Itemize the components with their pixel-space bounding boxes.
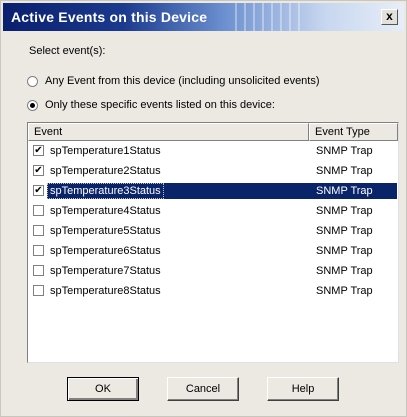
event-checkbox[interactable]: ✔ <box>33 185 44 196</box>
radio-specific-events[interactable]: Only these specific events listed on thi… <box>27 97 275 113</box>
event-name: spTemperature7Status <box>50 265 161 277</box>
radio-button[interactable] <box>27 99 38 111</box>
event-checkbox[interactable]: ✔ <box>33 165 44 176</box>
event-type: SNMP Trap <box>316 165 373 177</box>
event-checkbox[interactable] <box>33 285 44 296</box>
radio-any-event[interactable]: Any Event from this device (including un… <box>27 73 320 89</box>
table-row[interactable]: spTemperature7Status SNMP Trap <box>31 262 397 280</box>
title-bar[interactable]: Active Events on this Device x <box>3 3 404 31</box>
select-events-label: Select event(s): <box>29 45 106 57</box>
list-header: Event Event Type <box>28 123 398 141</box>
close-button[interactable]: x <box>381 9 398 25</box>
event-type: SNMP Trap <box>316 285 373 297</box>
event-type: SNMP Trap <box>316 185 373 197</box>
event-type: SNMP Trap <box>316 245 373 257</box>
event-type: SNMP Trap <box>316 145 373 157</box>
event-name: spTemperature2Status <box>50 165 161 177</box>
table-row[interactable]: spTemperature4Status SNMP Trap <box>31 202 397 220</box>
events-listbox[interactable]: Event Event Type ✔ spTemperature1Status SN… <box>27 122 399 363</box>
dialog-window: Active Events on this Device x Select ev… <box>0 0 407 417</box>
event-checkbox[interactable]: ✔ <box>33 145 44 156</box>
event-type: SNMP Trap <box>316 225 373 237</box>
table-row[interactable]: spTemperature5Status SNMP Trap <box>31 222 397 240</box>
table-row[interactable]: spTemperature6Status SNMP Trap <box>31 242 397 260</box>
table-row[interactable]: ✔ spTemperature2Status SNMP Trap <box>31 162 397 180</box>
event-name: spTemperature1Status <box>50 145 161 157</box>
event-name: spTemperature5Status <box>50 225 161 237</box>
column-header-event-type[interactable]: Event Type <box>309 123 398 141</box>
event-name: spTemperature3Status <box>47 183 164 199</box>
event-checkbox[interactable] <box>33 205 44 216</box>
help-button[interactable]: Help <box>267 377 339 401</box>
table-row[interactable]: spTemperature8Status SNMP Trap <box>31 282 397 300</box>
title-decoration <box>235 3 305 31</box>
event-name: spTemperature4Status <box>50 205 161 217</box>
event-name: spTemperature8Status <box>50 285 161 297</box>
event-type: SNMP Trap <box>316 205 373 217</box>
radio-label: Any Event from this device (including un… <box>45 75 320 87</box>
table-row[interactable]: ✔ spTemperature3Status SNMP Trap <box>31 182 397 200</box>
table-row[interactable]: ✔ spTemperature1Status SNMP Trap <box>31 142 397 160</box>
event-name: spTemperature6Status <box>50 245 161 257</box>
event-checkbox[interactable] <box>33 245 44 256</box>
cancel-button[interactable]: Cancel <box>167 377 239 401</box>
event-checkbox[interactable] <box>33 225 44 236</box>
radio-button[interactable] <box>27 75 38 87</box>
event-type: SNMP Trap <box>316 265 373 277</box>
column-header-event[interactable]: Event <box>28 123 309 141</box>
ok-button[interactable]: OK <box>67 377 139 401</box>
radio-label: Only these specific events listed on thi… <box>45 99 275 111</box>
window-title: Active Events on this Device <box>11 9 208 25</box>
event-checkbox[interactable] <box>33 265 44 276</box>
